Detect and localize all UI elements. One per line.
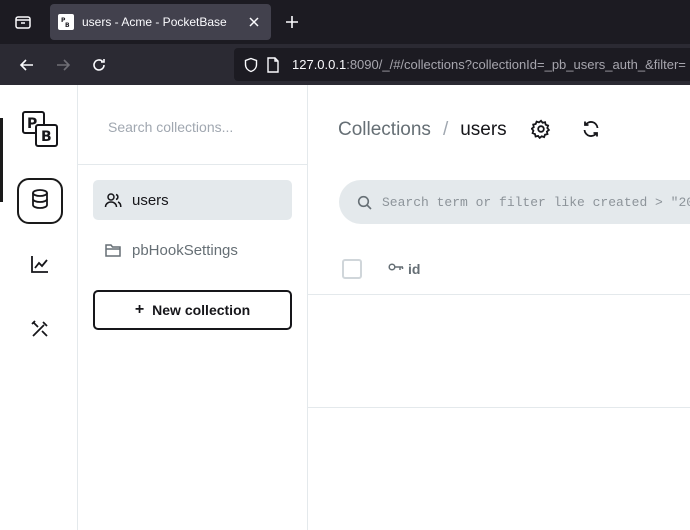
pocketbase-logo-icon[interactable]: P B	[20, 109, 60, 149]
key-icon	[388, 260, 404, 278]
column-id-label: id	[408, 261, 421, 277]
collection-main: Collections / users i	[308, 85, 690, 530]
forward-icon[interactable]	[52, 54, 74, 76]
url-text: 127.0.0.1:8090/_/#/collections?collectio…	[292, 57, 686, 72]
users-icon	[104, 191, 122, 209]
breadcrumb-collections[interactable]: Collections	[338, 119, 431, 141]
url-bar[interactable]: 127.0.0.1:8090/_/#/collections?collectio…	[234, 48, 690, 81]
settings-nav-button[interactable]	[17, 308, 63, 354]
sidebar-item-users[interactable]: users	[93, 180, 292, 220]
browser-tab[interactable]: PB users - Acme - PocketBase	[50, 4, 271, 40]
url-path: :8090/_/#/collections?collectionId=_pb_u…	[346, 57, 686, 72]
collection-settings-button[interactable]	[530, 119, 552, 144]
refresh-button[interactable]	[580, 120, 602, 142]
sidebar-item-label: pbHookSettings	[132, 241, 238, 259]
column-header-id[interactable]: id	[388, 260, 420, 278]
svg-text:P: P	[27, 116, 37, 132]
collections-search	[78, 85, 308, 165]
rail-active-indicator	[0, 118, 3, 202]
collections-nav-button[interactable]	[17, 178, 63, 224]
logs-nav-button[interactable]	[17, 243, 63, 289]
browser-nav-bar: 127.0.0.1:8090/_/#/collections?collectio…	[0, 44, 690, 85]
search-icon	[356, 194, 372, 210]
browser-tab-bar: PB users - Acme - PocketBase	[0, 0, 690, 44]
close-tab-icon[interactable]	[245, 13, 263, 31]
sidebar-item-label: users	[132, 191, 169, 209]
tab-title: users - Acme - PocketBase	[82, 15, 227, 29]
pocketbase-favicon-icon: PB	[58, 14, 74, 30]
svg-text:B: B	[65, 22, 70, 28]
folder-icon	[104, 241, 122, 259]
page-icon[interactable]	[264, 56, 282, 74]
breadcrumb-current: users	[460, 119, 507, 140]
back-icon[interactable]	[16, 54, 38, 76]
refresh-icon	[581, 119, 601, 144]
gear-icon	[530, 119, 551, 144]
database-icon	[29, 188, 51, 215]
breadcrumb: Collections / users	[338, 119, 507, 141]
new-collection-label: New collection	[152, 302, 251, 318]
pocketbase-app: P B Search collections... users pbHookSe…	[0, 85, 690, 530]
chart-line-icon	[30, 254, 50, 279]
app-rail: P B	[0, 85, 78, 530]
records-table-header: id	[308, 245, 690, 295]
svg-text:B: B	[41, 129, 52, 145]
sidebar-item-pbhooksettings[interactable]: pbHookSettings	[93, 230, 292, 270]
search-collections-input[interactable]	[108, 115, 288, 139]
select-all-checkbox[interactable]	[342, 259, 362, 279]
url-host: 127.0.0.1	[292, 57, 347, 72]
tools-icon	[30, 319, 50, 344]
new-tab-icon[interactable]	[282, 12, 302, 32]
plus-icon: +	[134, 301, 145, 318]
shield-icon[interactable]	[242, 56, 260, 74]
filter-input[interactable]	[382, 194, 690, 210]
table-bottom-divider	[308, 407, 690, 408]
collections-sidebar: users pbHookSettings + New collection	[78, 85, 308, 530]
new-collection-button[interactable]: + New collection	[93, 290, 292, 330]
tab-list-icon[interactable]	[10, 10, 36, 34]
breadcrumb-separator: /	[442, 119, 449, 140]
records-filter-bar[interactable]	[339, 180, 690, 224]
reload-icon[interactable]	[88, 54, 110, 76]
